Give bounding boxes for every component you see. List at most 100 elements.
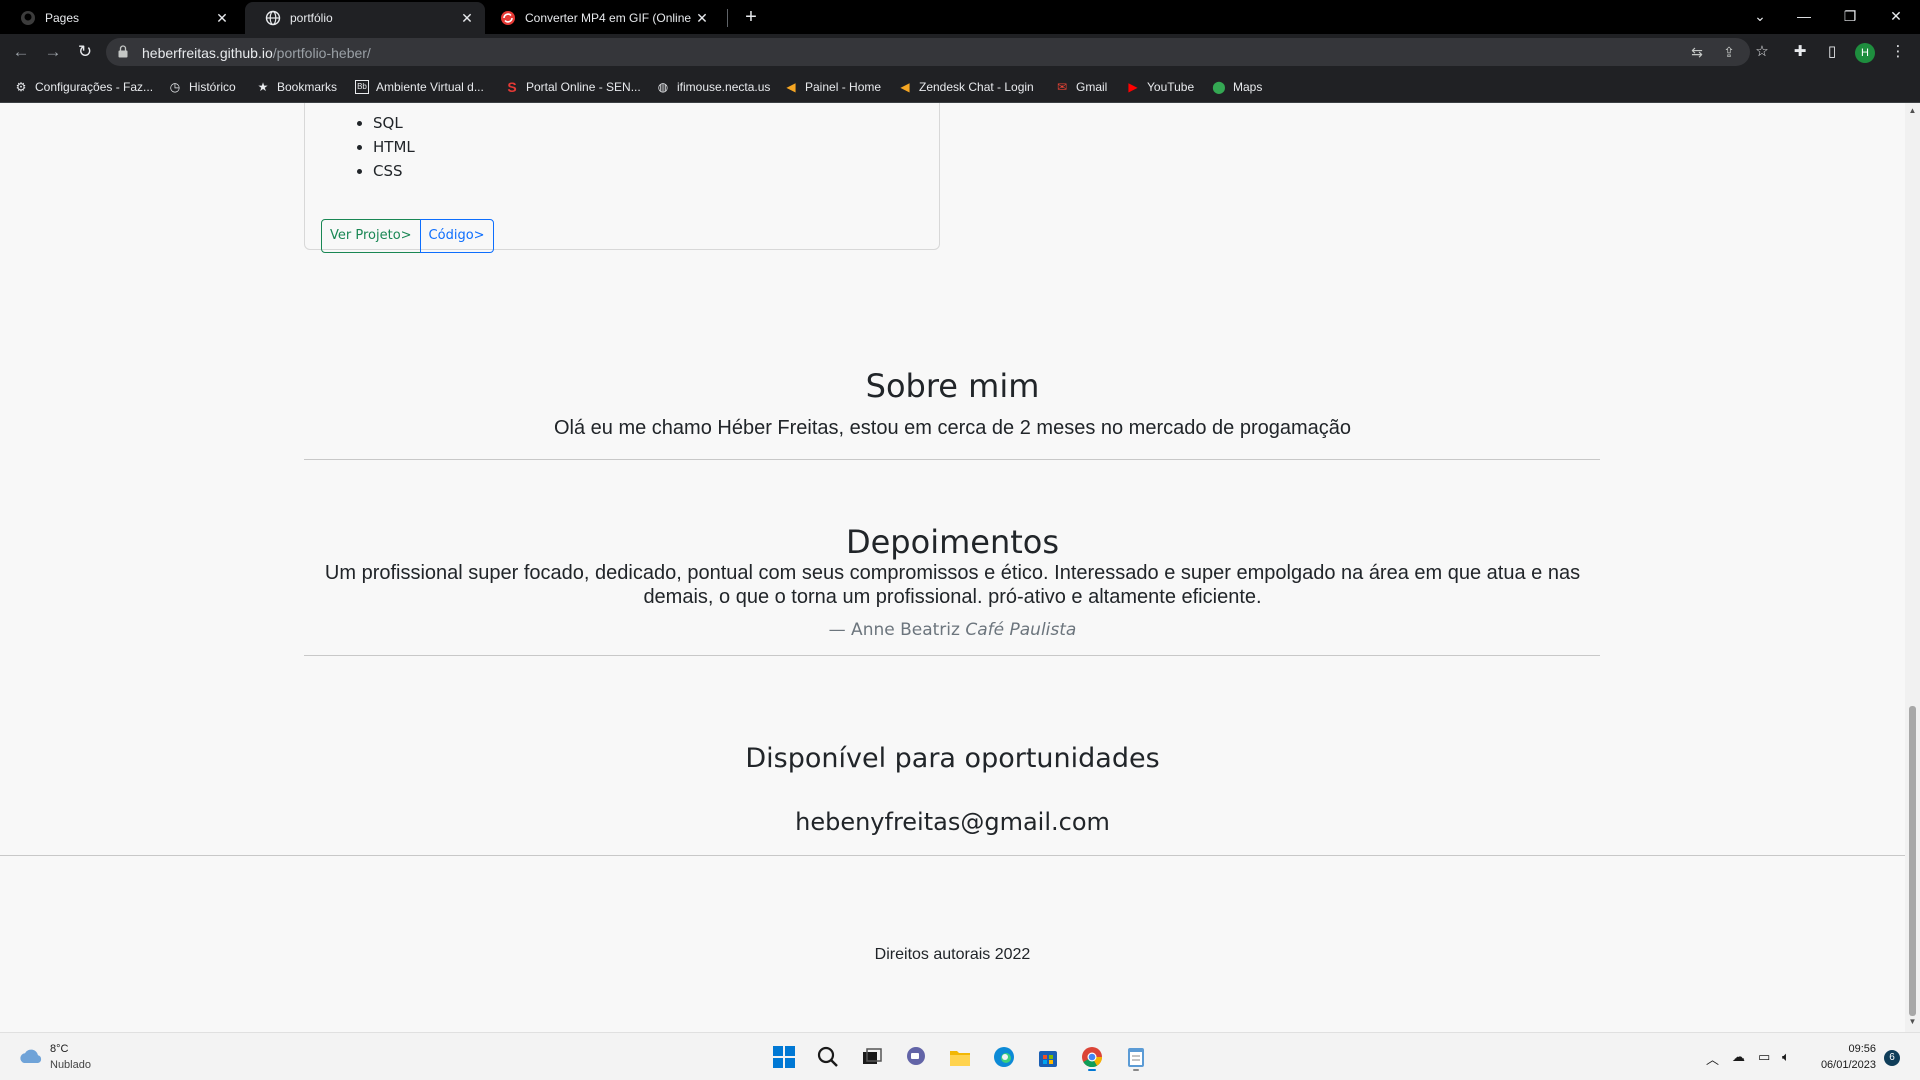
new-tab-button[interactable]: + (740, 6, 762, 28)
file-explorer-icon[interactable] (946, 1043, 974, 1071)
author-name: — Anne Beatriz (828, 620, 960, 640)
bookmark-bookmarks[interactable]: ★ Bookmarks (256, 78, 337, 95)
notepad-icon[interactable] (1122, 1043, 1150, 1071)
menu-icon[interactable]: ⋮ (1888, 42, 1908, 62)
bookmark-gmail[interactable]: ✉ Gmail (1055, 78, 1107, 95)
sobre-title: Sobre mim (865, 367, 1040, 405)
url-text: heberfreitas.github.io/portfolio-heber/ (142, 45, 371, 61)
clock-time[interactable]: 09:56 (1820, 1043, 1876, 1055)
gear-icon: ⚙ (15, 79, 27, 94)
zendesk-icon: ◀ (786, 79, 796, 94)
testimonial-author: — Anne Beatriz Café Paulista (0, 620, 1905, 640)
project-buttons: Ver Projeto> Código> (321, 219, 494, 253)
weather-description[interactable]: Nublado (50, 1059, 91, 1071)
bookmark-portal-senai[interactable]: S Portal Online - SEN... (505, 78, 641, 95)
tech-item: CSS (373, 159, 415, 183)
url-path: /portfolio-heber/ (272, 45, 371, 61)
page-viewport: SQL HTML CSS Ver Projeto> Código> Sobre … (0, 103, 1905, 1032)
codigo-button[interactable]: Código> (419, 219, 494, 253)
star-icon: ★ (257, 79, 269, 94)
bookmark-label: Painel - Home (805, 79, 882, 94)
bookmark-label: Maps (1233, 79, 1263, 94)
weather-temperature[interactable]: 8°C (50, 1043, 68, 1055)
maps-icon: ⬤ (1212, 79, 1226, 94)
bookmark-label: Histórico (189, 79, 236, 94)
bookmark-historico[interactable]: ◷ Histórico (168, 78, 236, 95)
bookmark-zendesk-chat[interactable]: ◀ Zendesk Chat - Login (898, 78, 1034, 95)
history-icon: ◷ (169, 79, 181, 94)
restore-button[interactable]: ❐ (1830, 4, 1870, 28)
github-icon (21, 11, 35, 25)
store-icon[interactable] (1034, 1043, 1062, 1071)
close-window-button[interactable]: ✕ (1876, 4, 1916, 28)
blackboard-icon: Bb (355, 79, 369, 94)
onedrive-icon[interactable]: ☁ (1732, 1049, 1745, 1065)
depoimentos-title: Depoimentos (845, 523, 1060, 561)
bookmark-configuracoes[interactable]: ⚙ Configurações - Faz... (14, 78, 153, 95)
bookmark-label: Zendesk Chat - Login (919, 79, 1034, 94)
copyright-text: Direitos autorais 2022 (874, 946, 1031, 963)
tab-separator (727, 9, 728, 27)
tab-bar: Pages ✕ portfólio ✕ Converter MP4 em GIF… (0, 0, 1920, 34)
globe-icon: ◍ (657, 79, 669, 94)
divider (304, 655, 1600, 656)
edge-icon[interactable] (990, 1043, 1018, 1071)
chrome-icon[interactable] (1078, 1043, 1106, 1071)
bookmark-star-icon[interactable]: ☆ (1752, 42, 1772, 62)
tech-list: SQL HTML CSS (353, 111, 415, 183)
network-icon[interactable]: ▭ (1758, 1049, 1770, 1065)
bookmarks-bar: ⚙ Configurações - Faz... ◷ Histórico ★ Book… (0, 70, 1920, 103)
minimize-button[interactable]: — (1784, 4, 1824, 28)
page-scrollbar[interactable]: ▲ ▼ (1905, 103, 1920, 1032)
side-panel-icon[interactable]: ▯ (1822, 42, 1842, 62)
converter-icon (501, 11, 515, 25)
bookmark-youtube[interactable]: ▶ YouTube (1126, 78, 1194, 95)
ver-projeto-button[interactable]: Ver Projeto> (321, 219, 421, 253)
scroll-up-arrow[interactable]: ▲ (1908, 106, 1917, 115)
task-view-icon[interactable] (858, 1043, 886, 1071)
clock-date[interactable]: 06/01/2023 (1810, 1059, 1876, 1071)
divider (304, 459, 1600, 460)
volume-icon[interactable]: 🔈︎ (1782, 1049, 1790, 1065)
chat-icon[interactable] (902, 1043, 930, 1071)
bookmark-ifimouse[interactable]: ◍ ifimouse.necta.us (656, 78, 771, 95)
zendesk-icon: ◀ (900, 79, 910, 94)
browser-toolbar: ← → ↻ heberfreitas.github.io/portfolio-h… (0, 34, 1920, 70)
bookmark-label: ifimouse.necta.us (677, 79, 771, 94)
scroll-thumb[interactable] (1909, 706, 1916, 1016)
tab-pages[interactable]: Pages ✕ (0, 2, 240, 34)
tab-search-icon[interactable]: ⌄ (1740, 4, 1780, 28)
notification-badge[interactable]: 6 (1884, 1050, 1900, 1066)
tab-converter[interactable]: Converter MP4 em GIF (Online e ✕ (480, 2, 720, 34)
windows-taskbar: 8°C Nublado ︿ ☁ ▭ 🔈︎ 09:56 06/01/2023 6 (0, 1032, 1920, 1080)
bookmark-label: Ambiente Virtual d... (376, 79, 484, 94)
scroll-down-arrow[interactable]: ▼ (1908, 1017, 1917, 1026)
tab-title: Converter MP4 em GIF (Online e (525, 11, 694, 25)
bookmark-label: Portal Online - SEN... (526, 79, 641, 94)
project-card: SQL HTML CSS Ver Projeto> Código> (304, 103, 940, 253)
back-icon[interactable]: ← (10, 41, 32, 63)
bookmark-painel-home[interactable]: ◀ Painel - Home (784, 78, 881, 95)
tray-chevron-icon[interactable]: ︿ (1706, 1049, 1719, 1068)
close-icon[interactable]: ✕ (214, 10, 230, 27)
windows-start-icon[interactable] (770, 1043, 798, 1071)
tab-portfolio[interactable]: portfólio ✕ (245, 2, 485, 34)
bookmark-ambiente-virtual[interactable]: Bb Ambiente Virtual d... (355, 78, 484, 95)
reload-icon[interactable]: ↻ (74, 41, 96, 63)
forward-icon[interactable]: → (42, 41, 64, 63)
profile-avatar[interactable]: H (1855, 43, 1875, 63)
bookmark-label: Gmail (1076, 79, 1108, 94)
close-icon[interactable]: ✕ (459, 10, 475, 27)
extensions-icon[interactable]: ✚ (1790, 42, 1810, 62)
bookmark-label: Bookmarks (277, 79, 338, 94)
address-bar[interactable]: heberfreitas.github.io/portfolio-heber/ … (106, 38, 1750, 66)
share-icon[interactable]: ⇪ (1720, 43, 1738, 61)
cloud-icon (20, 1049, 42, 1063)
close-icon[interactable]: ✕ (694, 10, 710, 27)
translate-icon[interactable]: ⇆ (1688, 43, 1706, 61)
senai-icon: S (507, 78, 517, 95)
lock-icon (118, 45, 128, 58)
contact-email[interactable]: hebenyfreitas@gmail.com (0, 808, 1905, 836)
bookmark-maps[interactable]: ⬤ Maps (1212, 78, 1262, 95)
search-icon[interactable] (814, 1043, 842, 1071)
